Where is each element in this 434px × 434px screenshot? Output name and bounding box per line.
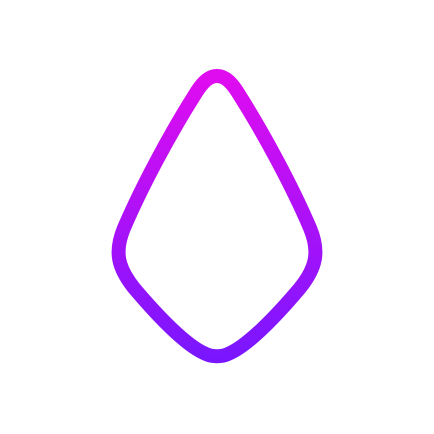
drop-outline-icon (111, 69, 323, 364)
canvas (0, 0, 434, 434)
drop-outline-shape (111, 69, 323, 364)
